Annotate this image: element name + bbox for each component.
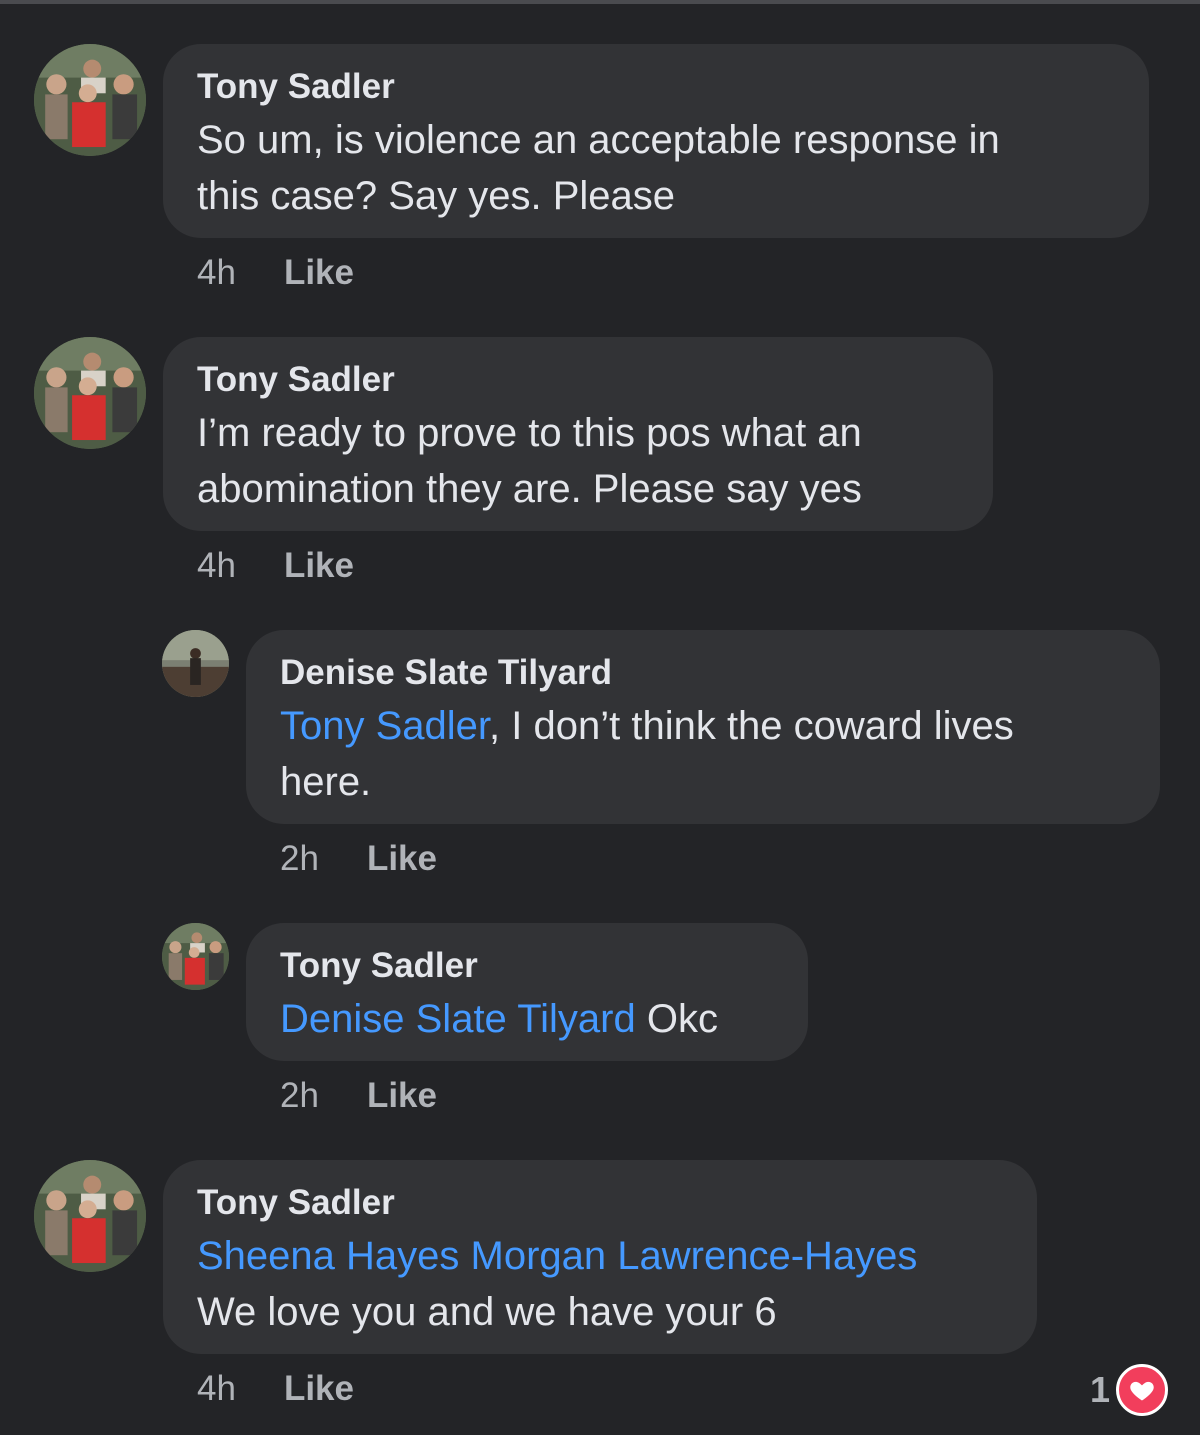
comment-author[interactable]: Denise Slate Tilyard <box>280 652 1126 694</box>
comment-meta: 4h Like <box>197 546 354 586</box>
comment-text: So um, is violence an acceptable respons… <box>197 112 1115 224</box>
comment-text-line: here. <box>280 760 372 804</box>
comment-time[interactable]: 4h <box>197 546 236 586</box>
avatar[interactable] <box>34 1160 146 1272</box>
comment-text: Tony Sadler, I don’t think the coward li… <box>280 698 1126 810</box>
comment-time[interactable]: 4h <box>197 1369 236 1409</box>
comment-time[interactable]: 4h <box>197 253 236 293</box>
like-button[interactable]: Like <box>284 546 354 586</box>
comment-text-line: We love you and we have your 6 <box>197 1290 777 1334</box>
comment-meta: 4h Like <box>197 253 354 293</box>
avatar[interactable] <box>34 44 146 156</box>
avatar[interactable] <box>162 923 229 990</box>
comment-text-line: abomination they are. Please say yes <box>197 467 862 511</box>
comment-text-fragment: , I don’t think the coward lives <box>489 704 1014 748</box>
comment-bubble: Tony Sadler So um, is violence an accept… <box>163 44 1149 238</box>
mention-link[interactable]: Denise Slate Tilyard <box>280 997 636 1041</box>
comment-text-line: Tony Sadler, I don’t think the coward li… <box>280 698 1126 754</box>
comment-text: Denise Slate Tilyard Okc <box>280 991 774 1047</box>
comment-bubble: Tony Sadler Sheena Hayes Morgan Lawrence… <box>163 1160 1037 1354</box>
comment-author[interactable]: Tony Sadler <box>197 359 959 401</box>
comment-text-line: Denise Slate Tilyard Okc <box>280 991 774 1047</box>
family-photo-icon <box>34 1160 146 1272</box>
comment-meta: 4h Like <box>197 1369 354 1409</box>
comment-text-line: I’m ready to prove to this pos what an <box>197 411 862 455</box>
comment-text: I’m ready to prove to this pos what an a… <box>197 405 959 517</box>
comment-bubble: Denise Slate Tilyard Tony Sadler, I don’… <box>246 630 1160 824</box>
family-photo-icon <box>34 44 146 156</box>
person-photo-icon <box>162 630 229 697</box>
comment-text-fragment: Okc <box>635 997 718 1041</box>
heart-glyph <box>1130 1381 1154 1401</box>
comment-time[interactable]: 2h <box>280 839 319 879</box>
like-button[interactable]: Like <box>367 839 437 879</box>
comment-text-line: Sheena Hayes Morgan Lawrence-Hayes <box>197 1228 1003 1284</box>
comment-author[interactable]: Tony Sadler <box>197 1182 1003 1224</box>
comment-author[interactable]: Tony Sadler <box>280 945 774 987</box>
mention-link[interactable]: Tony Sadler <box>280 704 489 748</box>
comment-bubble: Tony Sadler Denise Slate Tilyard Okc <box>246 923 808 1061</box>
reaction-count: 1 <box>1090 1369 1111 1410</box>
heart-icon <box>1116 1364 1169 1416</box>
comment-bubble: Tony Sadler I’m ready to prove to this p… <box>163 337 993 531</box>
comment-text-line: this case? Say yes. Please <box>197 174 676 218</box>
like-button[interactable]: Like <box>284 253 354 293</box>
comment-text: Sheena Hayes Morgan Lawrence-Hayes We lo… <box>197 1228 1003 1340</box>
comment-author[interactable]: Tony Sadler <box>197 66 1115 108</box>
top-divider <box>0 0 1200 4</box>
comment-meta: 2h Like <box>280 839 437 879</box>
mention-link[interactable]: Sheena Hayes Morgan Lawrence-Hayes <box>197 1234 917 1278</box>
like-button[interactable]: Like <box>284 1369 354 1409</box>
comment-text-line: So um, is violence an acceptable respons… <box>197 118 1000 162</box>
family-photo-icon <box>162 923 229 990</box>
avatar[interactable] <box>34 337 146 449</box>
family-photo-icon <box>34 337 146 449</box>
comment-meta: 2h Like <box>280 1076 437 1116</box>
avatar[interactable] <box>162 630 229 697</box>
comment-time[interactable]: 2h <box>280 1076 319 1116</box>
reaction-summary[interactable]: 1 <box>1090 1364 1169 1416</box>
like-button[interactable]: Like <box>367 1076 437 1116</box>
